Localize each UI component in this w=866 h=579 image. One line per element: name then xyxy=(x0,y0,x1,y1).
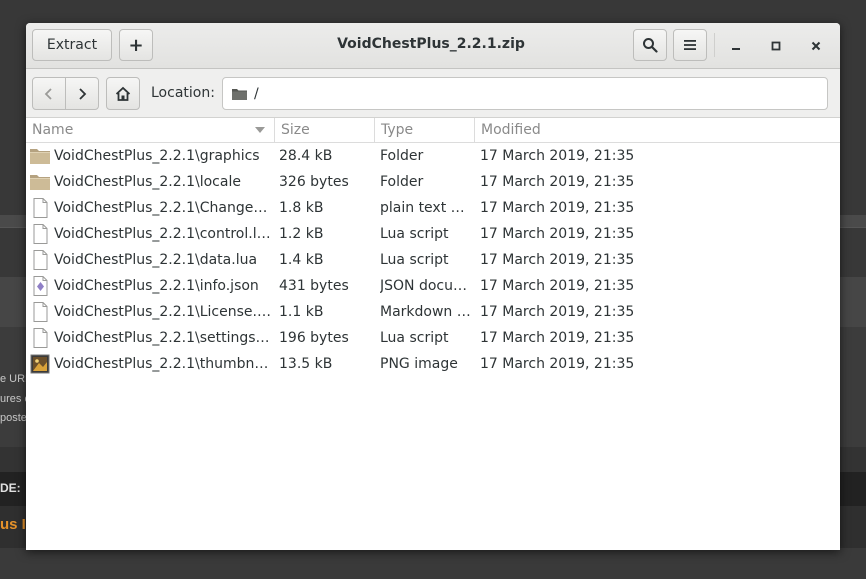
file-name: VoidChestPlus_2.2.1\data.lua xyxy=(54,252,258,268)
text-file-icon xyxy=(29,250,51,270)
folder-icon xyxy=(29,172,51,192)
file-modified: 17 March 2019, 21:35 xyxy=(480,304,635,320)
file-row[interactable]: VoidChestPlus_2.2.1\settings.lua 196 byt… xyxy=(26,325,840,351)
file-row[interactable]: VoidChestPlus_2.2.1\graphics 28.4 kB Fol… xyxy=(26,143,840,169)
search-icon xyxy=(643,38,658,53)
location-entry[interactable] xyxy=(222,77,828,110)
file-type: JSON docu… xyxy=(380,278,467,294)
file-modified: 17 March 2019, 21:35 xyxy=(480,200,635,216)
folder-icon xyxy=(29,146,51,166)
file-size: 1.2 kB xyxy=(279,226,324,242)
home-button[interactable] xyxy=(106,77,140,110)
background-text: DE: xyxy=(0,481,21,495)
file-name: VoidChestPlus_2.2.1\thumbnail… xyxy=(54,356,271,372)
file-row[interactable]: VoidChestPlus_2.2.1\control.lua 1.2 kB L… xyxy=(26,221,840,247)
file-size: 1.4 kB xyxy=(279,252,324,268)
file-modified: 17 March 2019, 21:35 xyxy=(480,252,635,268)
navigation-buttons xyxy=(32,77,99,110)
archive-manager-window: Extract + VoidChestPlus_2.2.1.zip Locati… xyxy=(26,23,840,550)
file-row[interactable]: VoidChestPlus_2.2.1\Changelo… 1.8 kB pla… xyxy=(26,195,840,221)
search-button[interactable] xyxy=(633,29,667,61)
file-row[interactable]: VoidChestPlus_2.2.1\data.lua 1.4 kB Lua … xyxy=(26,247,840,273)
file-row[interactable]: VoidChestPlus_2.2.1\thumbnail… 13.5 kB P… xyxy=(26,351,840,377)
file-name: VoidChestPlus_2.2.1\Changelo… xyxy=(54,200,271,216)
file-name: VoidChestPlus_2.2.1\control.lua xyxy=(54,226,271,242)
location-toolbar: Location: xyxy=(26,69,840,118)
background-band xyxy=(0,548,866,579)
close-button[interactable] xyxy=(805,35,827,57)
image-file-icon xyxy=(29,354,51,374)
file-type: Folder xyxy=(380,148,424,164)
folder-icon xyxy=(232,88,247,100)
maximize-icon xyxy=(771,41,781,51)
file-modified: 17 March 2019, 21:35 xyxy=(480,174,635,190)
header-separator xyxy=(714,33,715,57)
file-type: Markdown d… xyxy=(380,304,472,320)
file-type: Lua script xyxy=(380,226,449,242)
file-modified: 17 March 2019, 21:35 xyxy=(480,226,635,242)
back-button[interactable] xyxy=(33,78,65,109)
file-size: 1.8 kB xyxy=(279,200,324,216)
file-size: 431 bytes xyxy=(279,278,349,294)
window-title: VoidChestPlus_2.2.1.zip xyxy=(337,36,525,52)
text-file-icon xyxy=(29,328,51,348)
column-header-name[interactable]: Name xyxy=(26,118,275,142)
file-modified: 17 March 2019, 21:35 xyxy=(480,148,635,164)
column-header-type[interactable]: Type xyxy=(375,118,475,142)
chevron-left-icon xyxy=(44,87,52,100)
hamburger-menu-icon xyxy=(684,40,696,50)
file-type: PNG image xyxy=(380,356,458,372)
file-size: 13.5 kB xyxy=(279,356,333,372)
location-label: Location: xyxy=(151,85,215,101)
file-rows: VoidChestPlus_2.2.1\graphics 28.4 kB Fol… xyxy=(26,143,840,377)
extract-button[interactable]: Extract xyxy=(32,29,112,61)
location-input[interactable] xyxy=(254,85,654,102)
file-size: 28.4 kB xyxy=(279,148,333,164)
add-files-button[interactable]: + xyxy=(119,29,153,61)
home-icon xyxy=(115,86,131,101)
json-file-icon xyxy=(29,276,51,296)
file-type: Lua script xyxy=(380,252,449,268)
file-modified: 17 March 2019, 21:35 xyxy=(480,330,635,346)
file-type: plain text do… xyxy=(380,200,472,216)
menu-button[interactable] xyxy=(673,29,707,61)
text-file-icon xyxy=(29,224,51,244)
file-name: VoidChestPlus_2.2.1\locale xyxy=(54,174,241,190)
column-headers: Name Size Type Modified xyxy=(26,118,840,143)
file-name: VoidChestPlus_2.2.1\License.md xyxy=(54,304,271,320)
file-list: Name Size Type Modified VoidChestPlus_2.… xyxy=(26,118,840,550)
file-type: Folder xyxy=(380,174,424,190)
maximize-button[interactable] xyxy=(765,35,787,57)
header-bar: Extract + VoidChestPlus_2.2.1.zip xyxy=(26,23,840,69)
file-name: VoidChestPlus_2.2.1\graphics xyxy=(54,148,260,164)
file-size: 1.1 kB xyxy=(279,304,324,320)
file-name: VoidChestPlus_2.2.1\settings.lua xyxy=(54,330,271,346)
close-icon xyxy=(811,41,821,51)
file-size: 196 bytes xyxy=(279,330,349,346)
chevron-right-icon xyxy=(79,87,87,100)
file-name: VoidChestPlus_2.2.1\info.json xyxy=(54,278,259,294)
minimize-icon xyxy=(732,48,740,50)
sort-descending-icon xyxy=(255,127,265,133)
file-modified: 17 March 2019, 21:35 xyxy=(480,356,635,372)
background-text: poste xyxy=(0,412,27,424)
column-header-modified[interactable]: Modified xyxy=(475,118,635,142)
minimize-button[interactable] xyxy=(725,35,747,57)
file-row[interactable]: VoidChestPlus_2.2.1\License.md 1.1 kB Ma… xyxy=(26,299,840,325)
file-modified: 17 March 2019, 21:35 xyxy=(480,278,635,294)
file-size: 326 bytes xyxy=(279,174,349,190)
file-type: Lua script xyxy=(380,330,449,346)
forward-button[interactable] xyxy=(65,78,98,109)
text-file-icon xyxy=(29,198,51,218)
column-header-size[interactable]: Size xyxy=(275,118,375,142)
text-file-icon xyxy=(29,302,51,322)
file-row[interactable]: VoidChestPlus_2.2.1\info.json 431 bytes … xyxy=(26,273,840,299)
file-row[interactable]: VoidChestPlus_2.2.1\locale 326 bytes Fol… xyxy=(26,169,840,195)
